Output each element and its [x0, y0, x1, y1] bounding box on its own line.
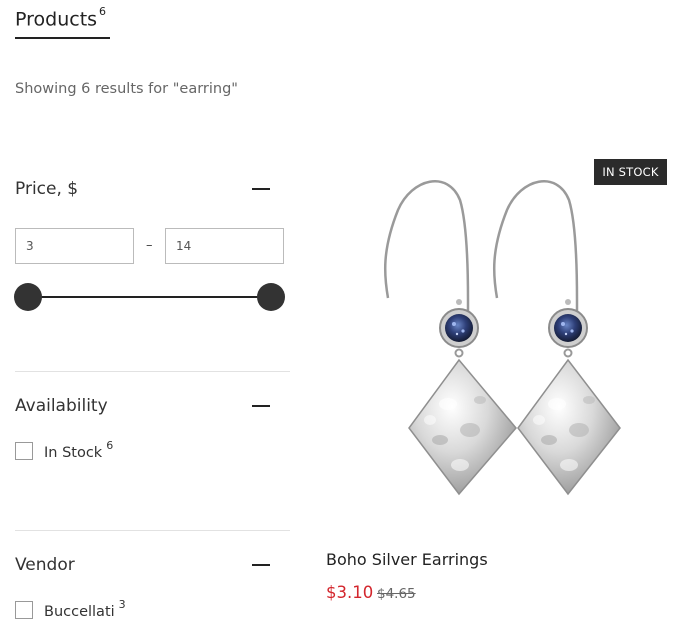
price-range-separator: –	[146, 238, 153, 253]
collapse-price-icon[interactable]	[252, 188, 270, 190]
in-stock-badge: IN STOCK	[594, 159, 667, 185]
filter-divider	[15, 530, 290, 531]
buccellati-checkbox[interactable]	[15, 601, 33, 619]
vendor-filter-title[interactable]: Vendor	[15, 555, 75, 575]
product-title-link[interactable]: Boho Silver Earrings	[326, 550, 488, 569]
price-slider-track[interactable]	[28, 296, 271, 298]
sale-price: $3.10	[326, 583, 374, 602]
price-slider-max-handle[interactable]	[257, 283, 285, 311]
products-tab-underline	[15, 37, 110, 39]
products-count: 6	[99, 5, 107, 18]
original-price: $4.65	[377, 586, 416, 602]
results-summary: Showing 6 results for "earring"	[15, 81, 238, 97]
buccellati-label: Buccellati	[44, 603, 115, 620]
product-image[interactable]	[320, 160, 670, 535]
products-tab[interactable]: Products 6	[15, 5, 107, 31]
price-slider-min-handle[interactable]	[14, 283, 42, 311]
price-min-input[interactable]: 3	[15, 228, 134, 264]
in-stock-count: 6	[106, 439, 114, 452]
price-max-input[interactable]: 14	[165, 228, 284, 264]
filter-divider	[15, 371, 290, 372]
buccellati-option[interactable]: Buccellati 3	[44, 598, 126, 620]
collapse-availability-icon[interactable]	[252, 405, 270, 407]
in-stock-checkbox[interactable]	[15, 442, 33, 460]
collapse-vendor-icon[interactable]	[252, 564, 270, 566]
availability-filter-title[interactable]: Availability	[15, 396, 108, 416]
products-tab-label: Products	[15, 8, 98, 31]
in-stock-option[interactable]: In Stock 6	[44, 439, 114, 461]
in-stock-label: In Stock	[44, 444, 103, 461]
price-filter-title[interactable]: Price, $	[15, 179, 78, 199]
buccellati-count: 3	[118, 598, 126, 611]
